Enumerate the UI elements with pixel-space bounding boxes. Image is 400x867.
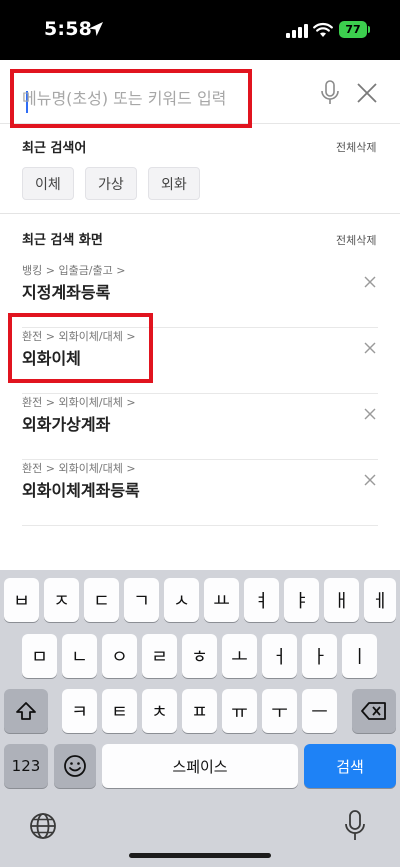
recent-searches-title: 최근 검색어 [22,141,87,156]
key[interactable]: ㅓ [262,634,297,678]
key[interactable]: ㄴ [62,634,97,678]
key[interactable]: ㅋ [62,689,97,733]
screen-path: 뱅킹 > 입출금/출고 > [22,264,126,277]
screen-path: 환전 > 외화이체/대체 > [22,462,136,475]
remove-item-icon[interactable] [362,406,378,422]
key[interactable]: ㅜ [262,689,297,733]
clear-recent-searches-button[interactable]: 전체삭제 [336,139,376,155]
key[interactable]: ㅣ [342,634,377,678]
key[interactable]: ㅏ [302,634,337,678]
key[interactable]: ㅛ [204,578,239,622]
remove-item-icon[interactable] [362,274,378,290]
battery-level: 77 [345,23,361,36]
section-divider [0,213,400,214]
battery-nub [368,26,370,33]
key[interactable]: ㅐ [324,578,359,622]
close-icon[interactable] [354,80,380,106]
recent-screens-title: 최근 검색 화면 [22,233,103,248]
backspace-icon [361,702,386,720]
screen-name: 외화이체계좌등록 [22,481,140,500]
key[interactable]: ㅡ [302,689,337,733]
shift-key[interactable] [4,689,48,733]
remove-item-icon[interactable] [362,472,378,488]
key[interactable]: ㅗ [222,634,257,678]
status-bar: 5:58 77 [0,0,400,60]
space-key[interactable]: 스페이스 [102,744,298,788]
status-time: 5:58 [44,18,93,40]
key[interactable]: ㅌ [102,689,137,733]
key[interactable]: ㅈ [44,578,79,622]
recent-search-chip[interactable]: 이체 [22,167,74,200]
recent-search-chip[interactable]: 외화 [148,167,200,200]
remove-item-icon[interactable] [362,340,378,356]
search-key[interactable]: 검색 [304,744,396,788]
key[interactable]: ㅁ [22,634,57,678]
screen-name: 지정계좌등록 [22,283,111,302]
key[interactable]: ㅑ [284,578,319,622]
location-arrow-icon [89,22,103,36]
emoji-icon [64,755,86,777]
recent-screen-item[interactable]: 환전 > 외화이체/대체 > 외화가상계좌 [22,394,378,460]
emoji-key[interactable] [54,744,96,788]
key[interactable]: ㅂ [4,578,39,622]
key[interactable]: ㅠ [222,689,257,733]
search-input[interactable] [22,83,242,113]
microphone-icon[interactable] [319,80,341,106]
key[interactable]: ㅔ [364,578,396,622]
cellular-signal-icon [286,24,308,38]
dictation-mic-icon[interactable] [344,810,366,842]
search-highlight-box [10,69,252,128]
globe-icon[interactable] [28,811,58,841]
backspace-key[interactable] [352,689,396,733]
home-indicator [129,853,271,858]
key[interactable]: ㅊ [142,689,177,733]
screen-name: 외화가상계좌 [22,415,111,434]
key[interactable]: ㅅ [164,578,199,622]
shift-icon [16,702,36,720]
key[interactable]: ㅎ [182,634,217,678]
key[interactable]: ㄱ [124,578,159,622]
screen-path: 환전 > 외화이체/대체 > [22,396,136,409]
recent-search-chip[interactable]: 가상 [85,167,137,200]
key[interactable]: ㅍ [182,689,217,733]
key[interactable]: ㅇ [102,634,137,678]
wifi-icon [313,22,333,37]
key[interactable]: ㅕ [244,578,279,622]
annotation-highlight-box [8,313,153,383]
clear-recent-screens-button[interactable]: 전체삭제 [336,232,376,248]
key[interactable]: ㄹ [142,634,177,678]
key[interactable]: ㄷ [84,578,119,622]
recent-screen-item[interactable]: 환전 > 외화이체/대체 > 외화이체계좌등록 [22,460,378,526]
numbers-key[interactable]: 123 [4,744,48,788]
battery-icon: 77 [339,21,367,38]
